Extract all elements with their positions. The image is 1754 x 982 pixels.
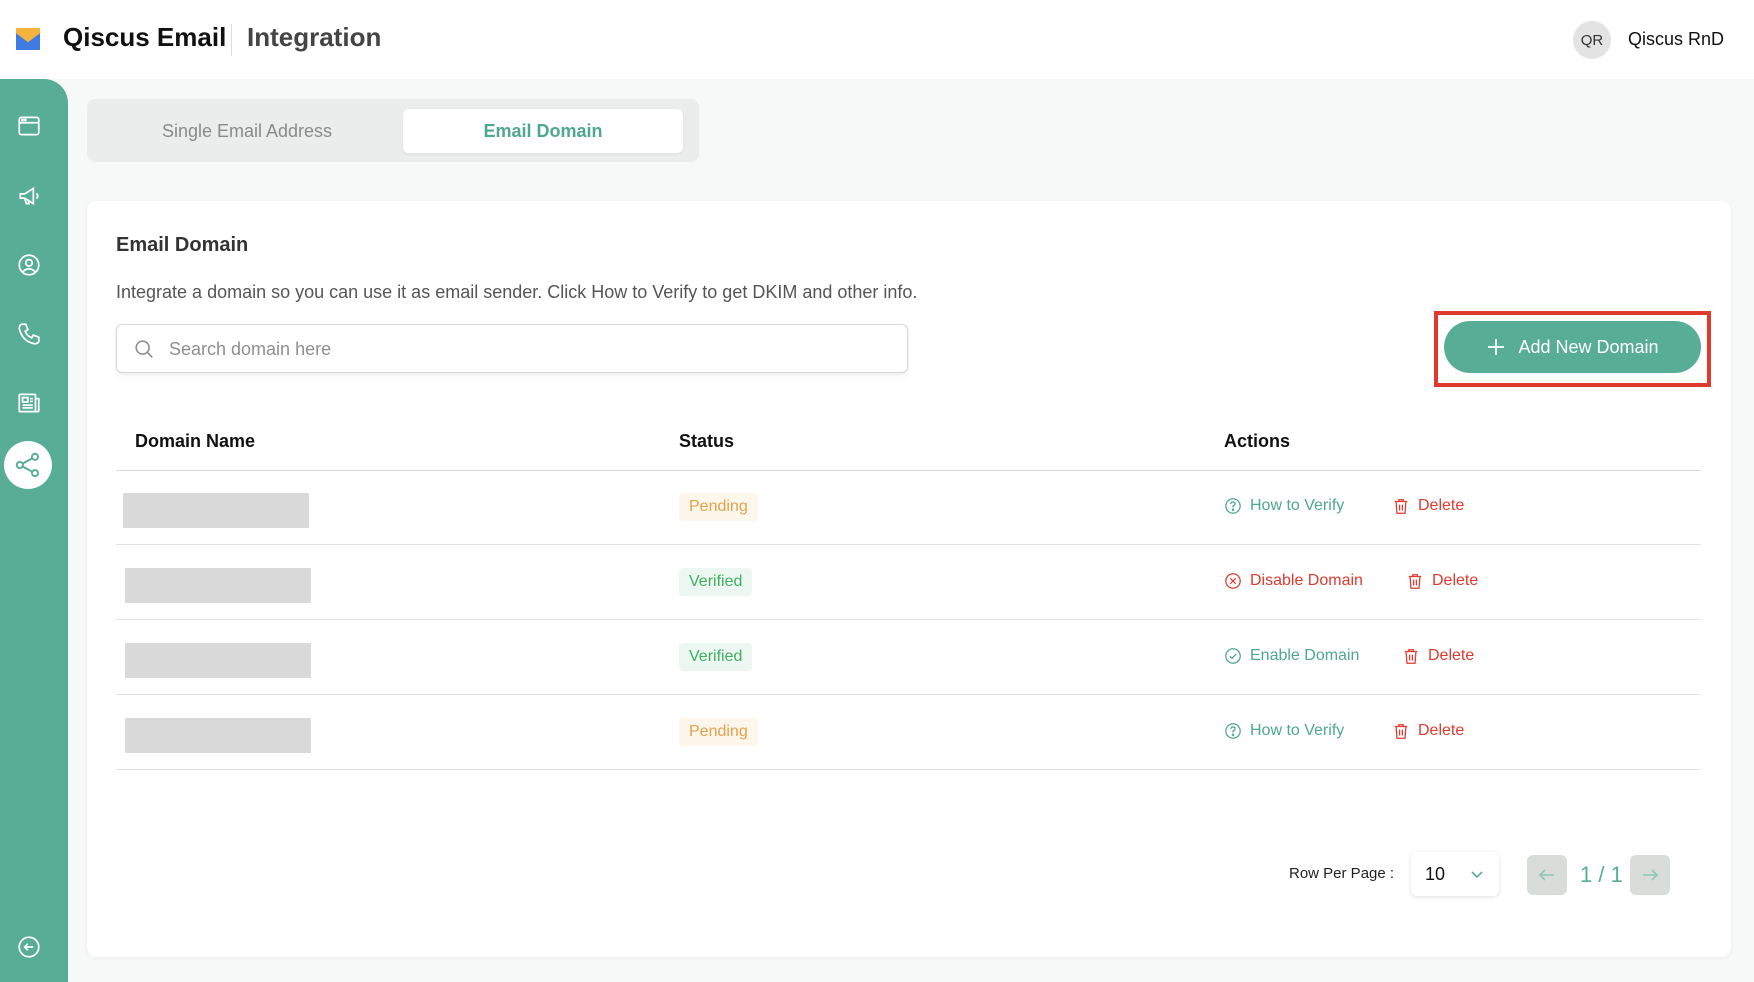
sidebar-item-calls[interactable] [12,317,46,351]
status-badge: Verified [679,568,753,596]
sidebar-item-integration[interactable] [4,441,52,489]
browser-window-icon [18,116,40,136]
app-title: Qiscus Email [63,22,227,52]
sidebar-item-reports[interactable] [12,386,46,420]
sidebar [0,79,68,982]
status-badge: Verified [679,643,753,671]
email-domain-card: Email Domain Integrate a domain so you c… [87,201,1731,957]
column-header-status: Status [679,431,735,451]
tab-single-email-address[interactable]: Single Email Address [107,109,387,153]
delete-link[interactable]: Delete [1402,647,1474,665]
add-new-domain-button[interactable]: Add New Domain [1444,321,1701,373]
enable-domain-label: Enable Domain [1250,647,1360,664]
table-row: Verified Enable Domain Delete [116,621,1701,695]
question-circle-icon [1225,723,1241,739]
enable-domain-link[interactable]: Enable Domain [1224,647,1359,665]
page-title: Integration [247,22,382,52]
section-title: Email Domain [116,234,249,256]
delete-link[interactable]: Delete [1392,497,1464,515]
sidebar-collapse-button[interactable] [12,930,46,964]
how-to-verify-label: How to Verify [1250,722,1345,739]
table-row: Pending How to Verify Delete [116,696,1701,770]
delete-label: Delete [1418,722,1465,739]
domain-name-redacted [125,643,311,678]
search-box [116,324,908,373]
chevron-down-icon [1471,871,1483,879]
status-badge: Pending [679,493,758,521]
x-circle-icon [1225,573,1241,589]
how-to-verify-link[interactable]: How to Verify [1224,497,1344,515]
domain-name-redacted [125,718,311,753]
integration-tabs: Single Email Address Email Domain [87,99,699,162]
plus-icon [1488,339,1505,355]
arrow-right-icon [1643,869,1659,881]
sidebar-item-contacts[interactable] [12,248,46,282]
question-circle-icon [1225,498,1241,514]
tab-email-domain[interactable]: Email Domain [403,109,683,153]
top-header: Qiscus Email Integration QR Qiscus RnD [0,0,1754,79]
check-circle-icon [1225,648,1241,664]
delete-link[interactable]: Delete [1406,572,1478,590]
sidebar-item-inbox[interactable] [12,109,46,143]
delete-label: Delete [1428,647,1475,664]
next-page-button[interactable] [1630,855,1670,895]
column-header-domain: Domain Name [135,431,256,451]
share-nodes-icon [15,452,40,478]
trash-icon [1394,499,1408,514]
newspaper-icon [18,393,40,413]
add-new-domain-label: Add New Domain [1518,336,1659,357]
previous-page-button[interactable] [1527,855,1567,895]
table-row: Pending How to Verify Delete [116,471,1701,545]
domain-name-redacted [123,493,309,528]
column-header-actions: Actions [1224,431,1291,451]
megaphone-icon [19,186,39,206]
email-logo-icon [14,26,42,54]
page-indicator: 1 / 1 [1580,862,1623,887]
rows-per-page-select[interactable]: 10 [1411,852,1499,896]
rows-per-page-value: 10 [1425,863,1446,884]
how-to-verify-label: How to Verify [1250,497,1345,514]
domain-name-redacted [125,568,311,603]
section-description: Integrate a domain so you can use it as … [116,282,918,302]
title-divider [231,24,232,56]
avatar[interactable]: QR [1573,21,1611,59]
disable-domain-link[interactable]: Disable Domain [1224,572,1363,590]
delete-link[interactable]: Delete [1392,722,1464,740]
trash-icon [1408,574,1422,589]
status-badge: Pending [679,718,758,746]
how-to-verify-link[interactable]: How to Verify [1224,722,1344,740]
user-circle-icon [18,254,40,276]
delete-label: Delete [1418,497,1465,514]
arrow-left-circle-icon [18,936,40,958]
trash-icon [1404,649,1418,664]
phone-icon [18,323,40,345]
search-icon [135,340,153,358]
rows-per-page-label: Row Per Page : [1289,865,1395,882]
delete-label: Delete [1432,572,1479,589]
table-row: Verified Disable Domain Delete [116,546,1701,620]
sidebar-item-broadcast[interactable] [12,179,46,213]
search-input[interactable] [169,335,889,363]
arrow-left-icon [1538,869,1554,881]
disable-domain-label: Disable Domain [1250,572,1363,589]
user-name[interactable]: Qiscus RnD [1628,29,1724,50]
trash-icon [1394,724,1408,739]
